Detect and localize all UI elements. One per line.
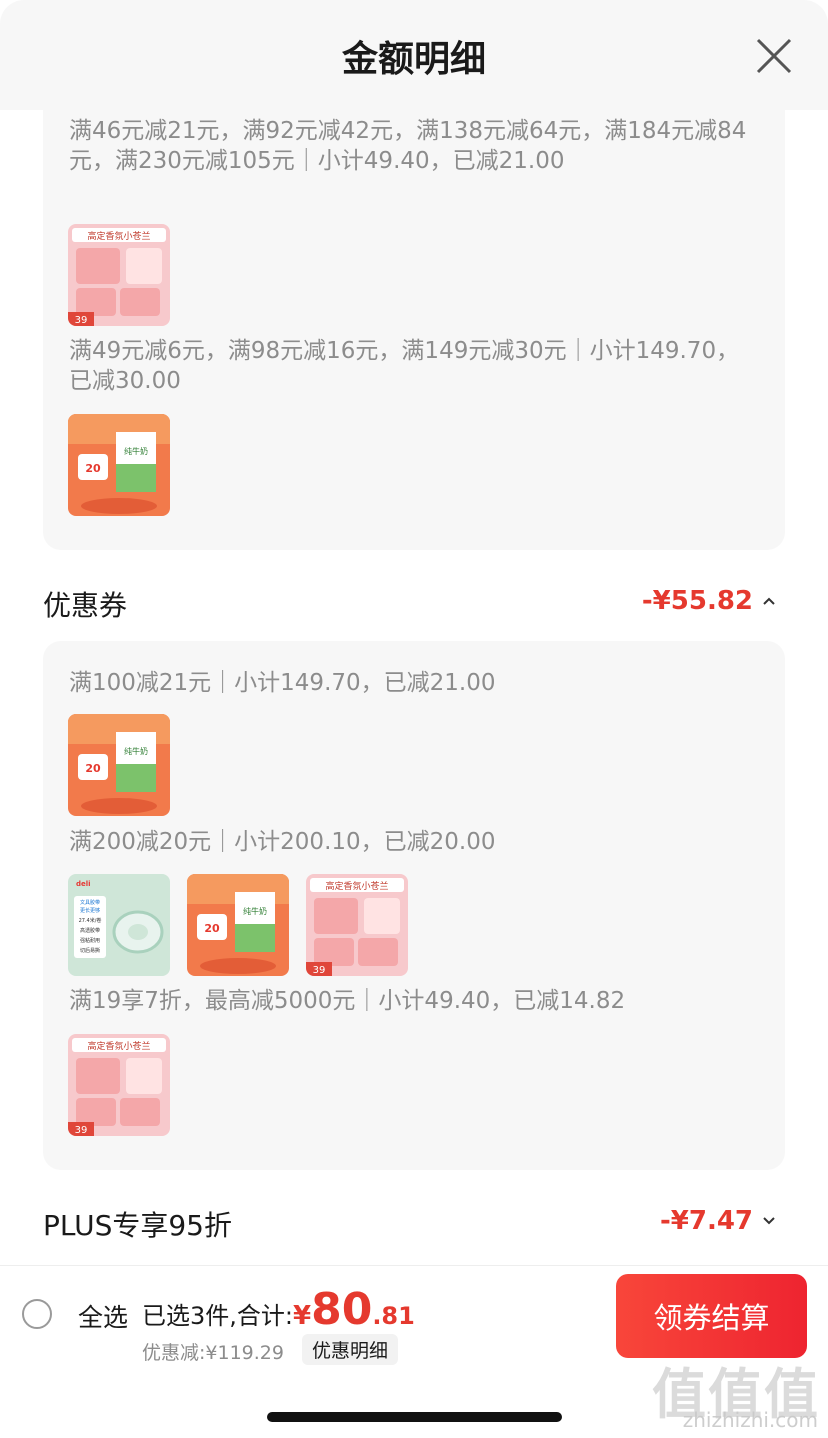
detail-scroll-area[interactable]: 满46元减21元，满92元减42元，满138元减64元，满184元减84元，满2… [0, 110, 828, 1265]
total-currency: ¥ [292, 1301, 312, 1331]
promo-card: 满46元减21元，满92元减42元，满138元减64元，满184元减84元，满2… [43, 110, 785, 550]
tape-line-text: 文具胶带 [80, 899, 100, 906]
tape-line-text: 强粘耐用 [80, 937, 100, 944]
plus-section-amount: -¥7.47 [659, 1206, 753, 1236]
total-decimal: .81 [372, 1302, 415, 1330]
select-all-radio[interactable] [22, 1299, 52, 1329]
total-summary: 已选3件,合计:¥80.81 [142, 1284, 415, 1335]
snack-title-text: 高定香氛小苍兰 [87, 230, 150, 242]
snack-price-badge: 39 [75, 1125, 88, 1136]
coupon-rule-text: 满100减21元｜小计149.70，已减21.00 [69, 670, 496, 696]
milk-price-badge: 20 [85, 762, 101, 775]
select-all-label[interactable]: 全选 [78, 1298, 128, 1334]
snack-title-text: 高定香氛小苍兰 [87, 1040, 150, 1052]
product-thumb-milk[interactable]: 20 纯牛奶 [187, 874, 289, 976]
tape-brand-text: deli [76, 880, 91, 888]
checkout-button[interactable]: 领券结算 [616, 1274, 807, 1358]
product-thumb-snack[interactable]: 高定香氛小苍兰 39 [68, 1034, 170, 1136]
product-thumb-milk[interactable]: 20 纯牛奶 [68, 714, 170, 816]
coupon-card: 满100减21元｜小计149.70，已减21.00 20 纯牛奶 满200减20… [43, 641, 785, 1170]
snack-price-badge: 39 [313, 965, 326, 976]
tape-line-text: 更长更够 [80, 907, 100, 914]
snack-price-badge: 39 [75, 315, 88, 326]
tape-line-text: 高透胶带 [80, 927, 100, 934]
discount-detail-button[interactable]: 优惠明细 [302, 1334, 399, 1365]
product-thumb-milk[interactable]: 20 纯牛奶 [68, 414, 170, 516]
product-thumb-snack[interactable]: 高定香氛小苍兰 39 [68, 224, 170, 326]
page-title: 金额明细 [341, 39, 486, 80]
chevron-down-icon[interactable] [760, 1212, 778, 1230]
plus-section-label: PLUS专享95折 [43, 1209, 232, 1242]
snack-title-text: 高定香氛小苍兰 [325, 880, 388, 892]
tape-line-text: 27.4米/卷 [79, 917, 102, 924]
milk-brand-text: 纯牛奶 [124, 446, 148, 456]
promo-rule-text: 满49元减6元，满98元减16元，满149元减30元｜小计149.70，已减30… [69, 338, 740, 394]
selected-count-text: 已选3件,合计: [142, 1302, 293, 1330]
coupon-rule-text: 满200减20元｜小计200.10，已减20.00 [69, 829, 496, 855]
milk-price-badge: 20 [204, 922, 220, 935]
coupon-rule-text: 满19享7折，最高减5000元｜小计49.40，已减14.82 [69, 988, 626, 1014]
sheet-header: 金额明细 [0, 0, 828, 110]
coupon-section-amount: -¥55.82 [641, 586, 753, 616]
tape-line-text: 切后易撕 [80, 947, 100, 954]
coupon-section-label: 优惠券 [43, 589, 128, 622]
total-integer: 80 [311, 1284, 373, 1335]
watermark-url: zhizhizhi.com [682, 1408, 818, 1432]
chevron-up-icon[interactable] [760, 592, 778, 610]
milk-brand-text: 纯牛奶 [243, 906, 267, 916]
milk-price-badge: 20 [85, 462, 101, 475]
promo-rule-text: 满46元减21元，满92元减42元，满138元减64元，满184元减84元，满2… [69, 118, 747, 174]
close-icon[interactable] [754, 36, 794, 76]
product-thumb-tape[interactable]: deli 文具胶带 更长更够 27.4米/卷 高透胶带 强粘耐用 切后易撕 [68, 874, 170, 976]
product-thumb-snack[interactable]: 高定香氛小苍兰 39 [306, 874, 408, 976]
discount-amount: 优惠减:¥119.29 [142, 1342, 284, 1364]
milk-brand-text: 纯牛奶 [124, 746, 148, 756]
home-indicator[interactable] [267, 1412, 562, 1422]
